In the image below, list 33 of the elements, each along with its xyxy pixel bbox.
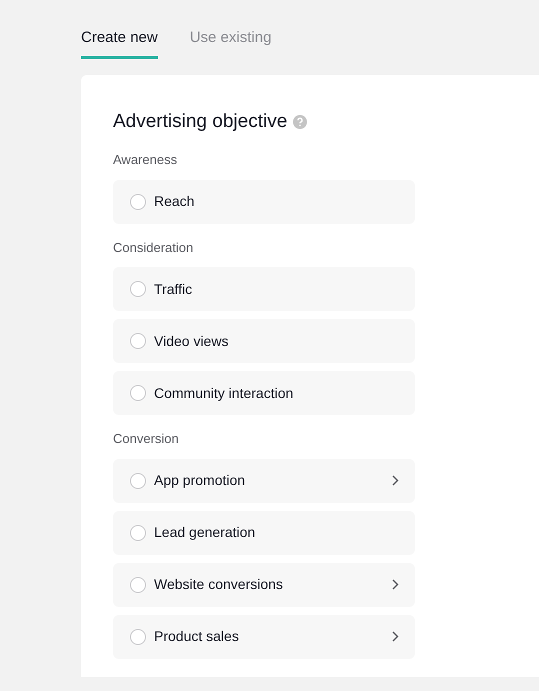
group-label: Awareness <box>113 151 178 169</box>
radio-button[interactable] <box>130 333 146 349</box>
radio-button[interactable] <box>130 281 146 297</box>
option-label: Reach <box>154 192 196 211</box>
help-icon[interactable] <box>293 114 308 129</box>
objective-option[interactable]: Reach <box>113 180 415 224</box>
option-label: Traffic <box>154 280 194 298</box>
objective-option[interactable]: Traffic <box>113 267 415 311</box>
chevron-right-icon <box>392 579 399 590</box>
chevron-right-icon <box>392 631 399 642</box>
radio-button[interactable] <box>130 576 146 592</box>
option-label: App promotion <box>154 471 246 490</box>
objective-option[interactable]: Product sales <box>113 614 415 658</box>
objective-option[interactable]: App promotion <box>113 458 415 502</box>
option-label: Video views <box>154 332 230 350</box>
objective-option[interactable]: Community interaction <box>113 371 415 415</box>
group-label: Consideration <box>113 238 194 256</box>
radio-button[interactable] <box>130 628 146 644</box>
option-label: Website conversions <box>154 575 284 594</box>
objective-option[interactable]: Video views <box>113 319 415 363</box>
radio-button[interactable] <box>130 524 146 540</box>
tab[interactable]: Create new <box>81 27 158 58</box>
radio-button[interactable] <box>130 194 146 210</box>
radio-button[interactable] <box>130 472 146 488</box>
objective-option[interactable]: Website conversions <box>113 562 415 606</box>
option-label: Product sales <box>154 627 240 646</box>
group-label: Conversion <box>113 430 180 448</box>
panel-title: Advertising objective <box>113 110 288 134</box>
objective-option[interactable]: Lead generation <box>113 510 415 554</box>
option-label: Community interaction <box>154 384 294 403</box>
chevron-right-icon <box>392 475 399 486</box>
option-label: Lead generation <box>154 523 256 542</box>
radio-button[interactable] <box>130 385 146 401</box>
